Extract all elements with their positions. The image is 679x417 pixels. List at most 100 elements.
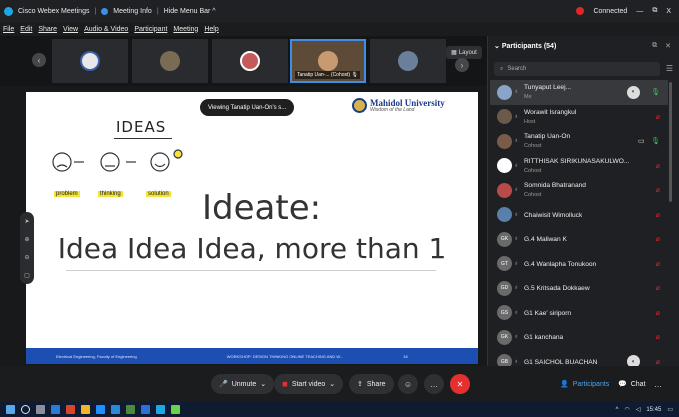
participant-row[interactable]: ♁ Chaiwisit Wimolluck ⌀ [490, 203, 668, 228]
slide-subtitle: Idea Idea Idea, more than 1 [57, 232, 447, 265]
minimize-button[interactable]: — [636, 8, 643, 15]
mute-indicator-icon[interactable]: ⌀ [656, 260, 660, 268]
search-icon[interactable] [21, 405, 30, 414]
strip-next-button[interactable]: › [455, 58, 469, 72]
title-separator: | [94, 7, 97, 15]
mute-indicator-icon[interactable]: ⌀ [656, 358, 660, 366]
reactions-button[interactable]: ☺ [398, 374, 418, 394]
file-explorer-icon[interactable] [81, 405, 90, 414]
pointer-icon[interactable]: ➤ [24, 218, 29, 225]
ideas-heading: IDEAS [116, 118, 167, 136]
participants-scrollbar[interactable] [669, 82, 672, 202]
app-icon[interactable] [141, 405, 150, 414]
mute-indicator-icon[interactable]: ⌀ [656, 235, 660, 243]
close-window-button[interactable]: X [666, 8, 671, 15]
strip-prev-button[interactable]: ‹ [32, 53, 46, 67]
mute-indicator-icon[interactable]: ⌀ [656, 186, 660, 194]
info-icon [101, 7, 109, 15]
zoom-in-icon[interactable]: ⊕ [24, 236, 29, 243]
mute-indicator-icon[interactable]: 🎙 [651, 88, 660, 96]
menu-edit[interactable]: Edit [20, 26, 32, 33]
participant-row[interactable]: GS ♁ G1 Kae' siriporn ⌀ [490, 301, 668, 326]
mute-indicator-icon[interactable]: ⌀ [656, 284, 660, 292]
fit-icon[interactable]: ▢ [24, 272, 30, 279]
participant-row[interactable]: GK ♁ G.4 Maliwan K ⌀ [490, 227, 668, 252]
chat-button[interactable]: 💬 Chat [610, 374, 654, 394]
video-strip: ‹ Tanatip Uan-... (Cohost) 🎙 ▦ Layout › [0, 36, 487, 86]
mic-muted-icon: 🎤 [219, 381, 228, 388]
participant-role: Me [524, 94, 532, 100]
participant-row[interactable]: ♁ Tunyaput Leej... Me ◐ 🎙 [490, 80, 668, 105]
avatar [497, 158, 512, 174]
close-panel-icon[interactable]: ✕ [665, 42, 671, 50]
more-options-button[interactable]: … [424, 374, 444, 394]
menu-help[interactable]: Help [204, 26, 218, 33]
notification-icon[interactable]: ▭ [667, 406, 673, 413]
video-thumbnail[interactable] [212, 39, 288, 83]
participant-row[interactable]: ♁ Worawit Israngkul Host ⌀ [490, 105, 668, 130]
webex-taskbar-icon[interactable] [156, 405, 165, 414]
participant-name: G1 kanchana [524, 334, 564, 341]
clock[interactable]: 15:45 [646, 407, 661, 413]
start-video-button[interactable]: ◼ Start video ⌄ [274, 374, 344, 394]
app-icon[interactable] [171, 405, 180, 414]
leave-meeting-button[interactable]: ✕ [450, 374, 470, 394]
menu-view[interactable]: View [63, 26, 78, 33]
windows-start-icon[interactable] [6, 405, 15, 414]
menu-participant[interactable]: Participant [134, 26, 167, 33]
mute-indicator-icon[interactable]: ⌀ [656, 113, 660, 121]
menu-share[interactable]: Share [38, 26, 57, 33]
menu-audio-video[interactable]: Audio & Video [84, 26, 128, 33]
shared-content-stage: Viewing Tanatip Uan-On's s... Mahidol Un… [0, 86, 487, 366]
participant-row[interactable]: GK ♁ G1 kanchana ⌀ [490, 325, 668, 350]
app-icon[interactable] [66, 405, 75, 414]
participants-button[interactable]: 👤 Participants [552, 374, 617, 394]
layout-label: Layout [458, 49, 477, 56]
meeting-controls-bar: 🎤 Unmute ⌄ ◼ Start video ⌄ ⇪ Share ☺ … ✕… [0, 366, 679, 402]
status-badge-icon[interactable]: ◐ [627, 85, 640, 99]
layout-icon: ▦ [451, 50, 457, 56]
mute-indicator-icon[interactable]: ⌀ [656, 211, 660, 219]
active-speaker-thumbnail[interactable]: Tanatip Uan-... (Cohost) 🎙 [290, 39, 366, 83]
edge-browser-icon[interactable] [96, 405, 105, 414]
share-button[interactable]: ⇪ Share [349, 374, 394, 394]
meeting-info-button[interactable]: Meeting Info [113, 8, 152, 15]
tag-problem: problem [54, 191, 80, 197]
footer-left-text: Electrical Engineering, Faculty of Engin… [56, 353, 137, 359]
zoom-out-icon[interactable]: ⊖ [24, 254, 29, 261]
participant-row[interactable]: ♁ RITTHISAK SIRIKUNASAKULWO... Cohost ⌀ [490, 154, 668, 179]
network-icon[interactable]: ◠ [624, 406, 629, 413]
video-thumbnail[interactable] [52, 39, 128, 83]
app-icon[interactable] [126, 405, 135, 414]
tray-up-icon[interactable]: ^ [616, 407, 619, 413]
menu-meeting[interactable]: Meeting [173, 26, 198, 33]
store-icon[interactable] [111, 405, 120, 414]
mute-indicator-icon[interactable]: ⌀ [656, 162, 660, 170]
menu-file[interactable]: File [3, 26, 14, 33]
volume-icon[interactable]: ◁ [636, 406, 641, 413]
participant-row[interactable]: GT ♁ G.4 Wanlapha Tonukoon ⌀ [490, 252, 668, 277]
connection-status-text[interactable]: Connected [593, 8, 627, 15]
participant-row[interactable]: ♁ Tanatip Uan-On Cohost ▭ 🎙 [490, 129, 668, 154]
participants-icon: 👤 [560, 381, 569, 388]
task-view-icon[interactable] [36, 405, 45, 414]
mail-icon[interactable] [51, 405, 60, 414]
video-thumbnail[interactable] [132, 39, 208, 83]
panel-more-button[interactable]: … [648, 374, 668, 394]
mute-indicator-icon[interactable]: ⌀ [656, 309, 660, 317]
participant-row[interactable]: GD ♁ G.5 Kritsada Dokkaew ⌀ [490, 276, 668, 301]
mute-indicator-icon[interactable]: ⌀ [656, 333, 660, 341]
participant-row[interactable]: ♁ Somnida Bhatranand Cohost ⌀ [490, 178, 668, 203]
popout-icon[interactable]: ⧉ [652, 42, 657, 50]
hide-menu-bar-button[interactable]: Hide Menu Bar ^ [164, 8, 216, 15]
sort-filter-icon[interactable]: ☰ [666, 64, 673, 73]
video-thumbnail[interactable] [370, 39, 446, 83]
mute-indicator-icon[interactable]: 🎙 [651, 137, 660, 145]
unmute-button[interactable]: 🎤 Unmute ⌄ [211, 374, 275, 394]
participant-search-input[interactable]: ⌕ Search [494, 62, 660, 76]
layout-button[interactable]: ▦ Layout [446, 46, 482, 59]
chevron-down-icon: ⌄ [260, 381, 267, 388]
maximize-button[interactable]: ⧉ [652, 7, 657, 15]
participant-name: Worawit Israngkul [524, 108, 577, 116]
participants-title[interactable]: ⌄ Participants (54) [494, 42, 556, 50]
